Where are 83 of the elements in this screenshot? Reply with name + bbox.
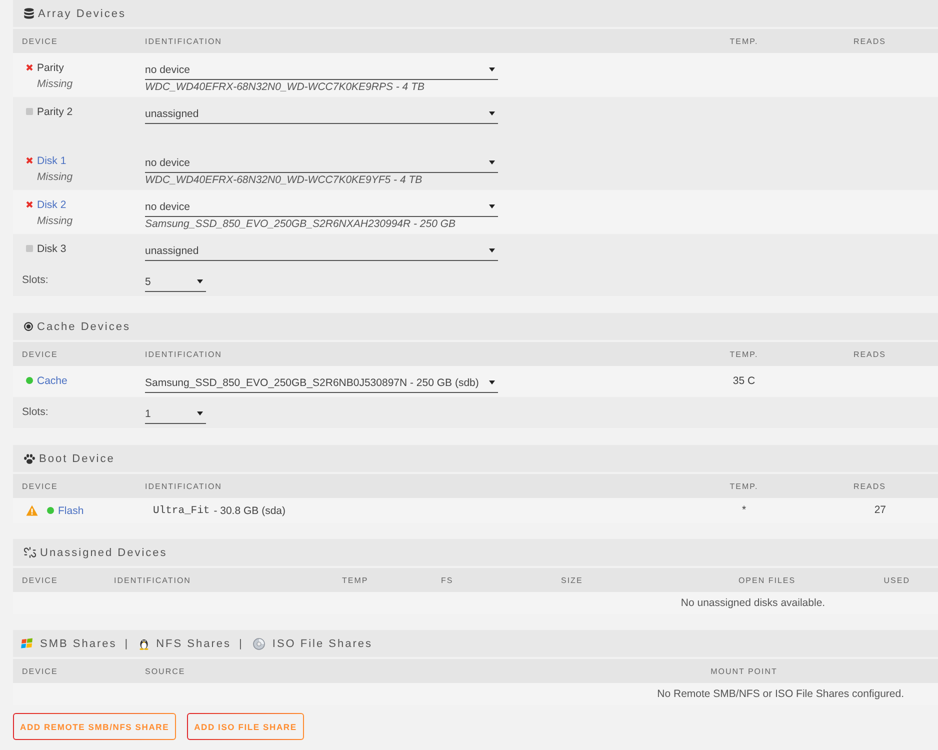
device-link[interactable]: Disk 2: [37, 198, 66, 210]
section-title: Array Devices: [38, 8, 126, 20]
column-header: IDENTIFICATION: [114, 576, 191, 584]
column-header: DEVICE: [22, 666, 58, 676]
device-model: Ultra_Fit: [153, 504, 210, 516]
device-select[interactable]: unassigned: [145, 104, 498, 124]
device-select[interactable]: no device: [145, 153, 498, 173]
assigned-device-label: WDC_WD40EFRX-68N32N0_WD-WCC7K0KE9RPS - 4 TB: [145, 80, 424, 94]
section-title: Unassigned Devices: [40, 546, 168, 558]
caret-icon: [489, 160, 495, 165]
column-header: SIZE: [561, 576, 583, 584]
flag-icon: [21, 638, 33, 649]
caret-icon: [489, 380, 495, 385]
column-header: IDENTIFICATION: [145, 350, 222, 358]
status-label: Missing: [36, 77, 73, 91]
device-name: Parity: [37, 62, 64, 74]
device-link[interactable]: Cache: [37, 374, 68, 386]
database-icon: [24, 8, 34, 19]
column-header: READS: [853, 482, 886, 490]
paw-icon: [24, 454, 35, 464]
caret-icon: [489, 67, 495, 72]
empty-message: No Remote SMB/NFS or ISO File Shares configured.: [657, 688, 904, 700]
device-name: Disk 3: [37, 242, 66, 254]
column-header: DEVICE: [22, 350, 58, 358]
section-title: ISO File Shares: [272, 638, 373, 650]
section-title: SMB Shares: [40, 638, 117, 650]
device-select[interactable]: no device: [145, 60, 498, 80]
device-select[interactable]: unassigned: [145, 241, 498, 261]
device-link[interactable]: Disk 1: [37, 154, 66, 166]
column-header: MOUNT POINT: [710, 666, 778, 676]
temperature-value: *: [742, 503, 746, 518]
record-icon: [24, 322, 33, 331]
section-title: NFS Shares: [156, 638, 232, 650]
column-header: TEMP.: [730, 36, 758, 46]
device-size: - 30.8 GB (sda): [214, 504, 286, 516]
assigned-device-label: WDC_WD40EFRX-68N32N0_WD-WCC7K0KE9YF5 - 4 TB: [145, 173, 422, 187]
empty-message: No unassigned disks available.: [680, 597, 826, 609]
error-cross-icon: [26, 157, 33, 164]
column-header: TEMP.: [730, 482, 758, 490]
broken-link-icon: [24, 547, 36, 558]
section-title: Cache Devices: [37, 320, 130, 332]
column-header: FS: [441, 576, 454, 584]
column-header: SOURCE: [145, 666, 186, 676]
column-header: USED: [884, 576, 910, 584]
slots-label: Slots:: [22, 405, 48, 420]
column-header: READS: [853, 350, 886, 358]
column-header: DEVICE: [22, 36, 58, 46]
column-header: READS: [853, 36, 886, 46]
section-title: Boot Device: [39, 452, 115, 464]
column-header: IDENTIFICATION: [145, 36, 222, 46]
status-dot-icon: [26, 377, 33, 384]
disc-icon: [253, 638, 266, 650]
status-label: Missing: [36, 170, 73, 184]
device-select[interactable]: no device: [145, 197, 498, 217]
caret-icon: [489, 248, 495, 253]
column-header: OPEN FILES: [738, 576, 796, 584]
empty-slot-icon: [26, 108, 33, 115]
empty-slot-icon: [26, 245, 33, 252]
title-separator: |: [124, 638, 130, 650]
status-dot-icon: [47, 507, 54, 514]
slots-select[interactable]: 5: [145, 272, 206, 292]
caret-icon: [489, 111, 495, 116]
caret-icon: [489, 204, 495, 209]
temperature-value: 35 C: [732, 374, 756, 389]
column-header: TEMP: [342, 576, 368, 584]
penguin-icon: [139, 638, 150, 650]
column-header: DEVICE: [22, 482, 58, 490]
error-cross-icon: [26, 201, 33, 208]
reads-count: 27: [874, 503, 886, 518]
error-cross-icon: [26, 64, 33, 71]
device-select[interactable]: Samsung_SSD_850_EVO_250GB_S2R6NB0J530897N - 250 GB (sdb): [145, 373, 498, 393]
device-name: Parity 2: [37, 106, 73, 118]
column-header: DEVICE: [22, 576, 58, 584]
assigned-device-label: Samsung_SSD_850_EVO_250GB_S2R6NXAH230994R - 250 GB: [145, 217, 456, 231]
slots-select[interactable]: 1: [145, 404, 206, 424]
status-label: Missing: [36, 214, 73, 228]
title-separator: |: [239, 638, 244, 650]
column-header: IDENTIFICATION: [145, 482, 222, 490]
column-header: TEMP.: [730, 350, 758, 358]
slots-label: Slots:: [22, 273, 48, 288]
caret-icon: [197, 411, 203, 416]
caret-icon: [197, 279, 203, 284]
device-link[interactable]: Flash: [58, 504, 84, 516]
